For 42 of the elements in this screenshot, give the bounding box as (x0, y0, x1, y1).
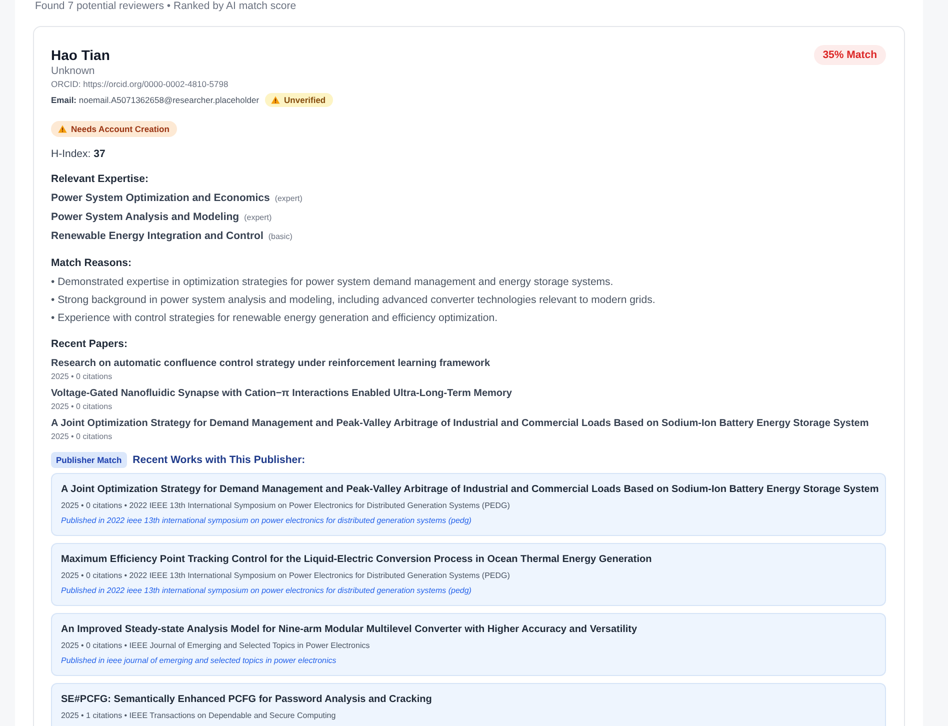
expertise-level: (expert) (244, 212, 272, 224)
affiliation-text: Unknown (51, 64, 95, 78)
publication-venue-note: Published in 2022 ieee 13th international symposium on power electronics for distributed generation systems (pedg) (61, 585, 472, 597)
match-score-badge: 35% Match (814, 45, 886, 65)
match-reason: • Experience with control strategies for renewable energy generation and efficiency optimization. (51, 311, 498, 326)
publication-title: SE#PCFG: Semantically Enhanced PCFG for Password Analysis and Cracking (61, 693, 432, 707)
publication-title: An Improved Steady-state Analysis Model for Nine-arm Modular Multilevel Converter with Higher Accuracy and Versatility (61, 623, 638, 637)
expertise-level: (basic) (268, 231, 292, 243)
section-heading: Recent Works with This Publisher: (132, 453, 306, 468)
reviewer-name: Hao Tian (51, 46, 110, 64)
badge-label: Unverified (284, 95, 326, 105)
paper-meta: 2025 • 0 citations (51, 401, 112, 413)
results-summary: Found 7 potential reviewers • Ranked by AI match score (34, 0, 298, 13)
warning-icon (58, 125, 67, 133)
publication-meta: 2025 • 0 citations • 2022 IEEE 13th International Symposium on Power Electronics for Distributed Generation Systems (PEDG) (61, 570, 510, 582)
warning-icon (271, 96, 280, 104)
section-heading: Relevant Expertise: (51, 172, 150, 187)
expertise-topic: Power System Analysis and Modeling (51, 210, 240, 225)
paper-title: A Joint Optimization Strategy for Demand Management and Peak-Valley Arbitrage of Industrial and Commercial Loads Based on Sodium-Ion Battery Energy Storage System (51, 417, 869, 431)
paper-meta: 2025 • 0 citations (51, 431, 112, 443)
publication-meta: 2025 • 0 citations • 2022 IEEE 13th International Symposium on Power Electronics for Distributed Generation Systems (PEDG) (61, 500, 510, 512)
expertise-topic: Power System Optimization and Economics (51, 191, 270, 206)
section-heading: Match Reasons: (51, 256, 133, 271)
section-heading: Recent Papers: (51, 337, 128, 352)
expertise-level: (expert) (274, 193, 302, 205)
paper-meta: 2025 • 0 citations (51, 371, 112, 383)
paper-title: Research on automatic confluence control strategy under reinforcement learning framework (51, 357, 490, 371)
publication-venue-note: Published in ieee journal of emerging and selected topics in power electronics (61, 655, 336, 667)
publication-meta: 2025 • 0 citations • IEEE Journal of Emerging and Selected Topics in Power Electronics (61, 640, 370, 652)
publication-meta: 2025 • 1 citations • IEEE Transactions on Dependable and Secure Computing (61, 710, 336, 722)
publisher-match-badge: Publisher Match (51, 452, 127, 468)
publication-venue-note: Published in 2022 ieee 13th international symposium on power electronics for distributed generation systems (pedg) (61, 515, 472, 527)
paper-title: Voltage-Gated Nanofluidic Synapse with Cation−π Interactions Enabled Ultra-Long-Term Memory (51, 387, 512, 401)
h-index-text: H-Index: 37 (51, 147, 106, 162)
match-reason: • Demonstrated expertise in optimization strategies for power system demand management and energy storage systems. (51, 275, 614, 290)
match-reason: • Strong background in power system analysis and modeling, including advanced converter technologies relevant to modern grids. (51, 293, 656, 308)
badge-label: Needs Account Creation (71, 124, 170, 134)
orcid-text: ORCID: https://orcid.org/0000-0002-4810-5798 (51, 78, 228, 91)
publication-title: A Joint Optimization Strategy for Demand Management and Peak-Valley Arbitrage of Industrial and Commercial Loads Based on Sodium-Ion Battery Energy Storage System (61, 483, 879, 497)
publication-title: Maximum Efficiency Point Tracking Control for the Liquid-Electric Conversion Process in Ocean Thermal Energy Generation (61, 553, 652, 567)
expertise-topic: Renewable Energy Integration and Control (51, 229, 264, 244)
email-text: Email: noemail.A5071362658@researcher.placeholder (51, 94, 260, 107)
